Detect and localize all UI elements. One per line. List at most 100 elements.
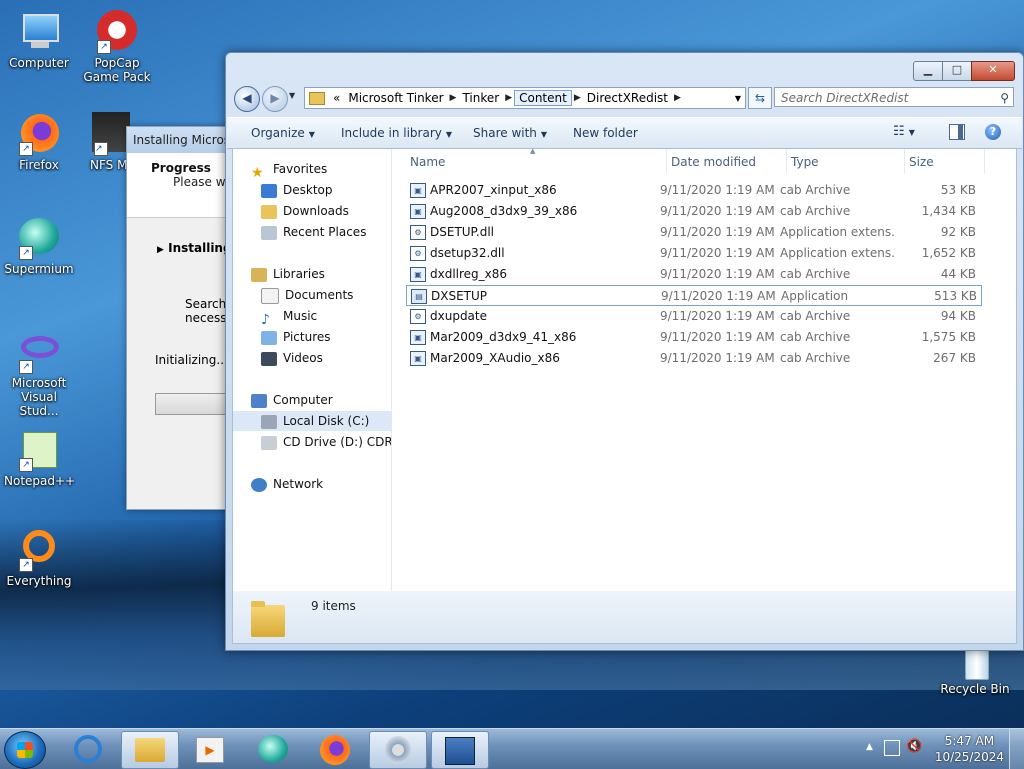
command-bar: Organize ▼ Include in library ▼ Share with… xyxy=(227,117,1022,149)
taskbar-installer[interactable] xyxy=(369,731,427,769)
nav-pictures[interactable]: Pictures xyxy=(261,327,331,347)
firefox-icon: ↗ xyxy=(17,112,61,156)
desktop-icon-nfs[interactable]: ↗ NFS Most Wanted xyxy=(82,112,130,172)
desktop-icon-recycle-bin[interactable]: Recycle Bin xyxy=(940,646,1010,696)
maximize-button[interactable]: □ xyxy=(942,61,972,81)
file-row[interactable]: ▣ APR2007_xinput_x86 9/11/2020 1:19 AM c… xyxy=(406,180,980,200)
windows-explorer-icon xyxy=(135,738,165,762)
nav-libraries[interactable]: Libraries xyxy=(251,264,325,284)
start-button[interactable] xyxy=(4,731,46,769)
breadcrumb-overflow[interactable]: « xyxy=(329,91,344,105)
desktop-icon-everything[interactable]: ↗ Everything xyxy=(4,528,74,588)
breadcrumb-microsoft-tinker[interactable]: Microsoft Tinker xyxy=(344,91,447,105)
taskbar-windows-explorer[interactable] xyxy=(121,731,179,769)
back-button[interactable]: ◀ xyxy=(234,86,260,112)
nav-network[interactable]: Network xyxy=(251,474,323,494)
desktop-icon-notepadpp[interactable]: ↗ Notepad++ xyxy=(4,428,75,488)
desktop-icon-popcap[interactable]: ↗ PopCap Game Pack xyxy=(82,10,152,84)
desktop-icon-firefox[interactable]: ↗ Firefox xyxy=(4,112,74,172)
view-options-button[interactable]: ☷ ▼ xyxy=(893,124,915,139)
column-divider[interactable] xyxy=(786,149,787,173)
breadcrumb-content[interactable]: Content xyxy=(514,90,572,106)
column-name[interactable]: Name xyxy=(410,155,445,169)
file-row[interactable]: ▣ Mar2009_d3dx9_41_x86 9/11/2020 1:19 AM… xyxy=(406,327,980,347)
preview-pane-button[interactable] xyxy=(949,124,965,140)
show-desktop-button[interactable] xyxy=(1009,729,1024,769)
column-type[interactable]: Type xyxy=(791,155,819,169)
dll-file-icon: ⚙ xyxy=(410,309,426,324)
videos-icon xyxy=(261,351,277,366)
desktop-icon-label: NFS Most Wanted xyxy=(90,158,130,172)
installer-window[interactable]: Installing Microso Progress Please wai ▶… xyxy=(126,126,247,510)
column-divider[interactable] xyxy=(984,149,985,173)
help-button[interactable]: ? xyxy=(985,124,1001,140)
nav-downloads[interactable]: Downloads xyxy=(261,201,349,221)
column-date-modified[interactable]: Date modified xyxy=(671,155,756,169)
desktop-icon-computer[interactable]: Computer xyxy=(4,10,74,70)
nav-desktop[interactable]: Desktop xyxy=(261,180,333,200)
nav-local-disk[interactable]: Local Disk (C:) xyxy=(233,411,391,431)
new-folder-button[interactable]: New folder xyxy=(573,126,638,140)
taskbar-internet-explorer[interactable] xyxy=(60,731,116,767)
network-status-icon[interactable] xyxy=(884,740,900,756)
system-tray: ▲ 🔇 5:47 AM 10/25/2024 xyxy=(858,729,1024,769)
breadcrumb-separator-icon[interactable]: ▶ xyxy=(672,93,683,103)
nav-documents[interactable]: Documents xyxy=(261,285,353,305)
breadcrumb-separator-icon[interactable]: ▶ xyxy=(503,93,514,103)
nav-music[interactable]: ♪ Music xyxy=(261,306,317,328)
organize-button[interactable]: Organize ▼ xyxy=(251,126,315,140)
forward-arrow-icon: ▶ xyxy=(270,91,280,105)
column-divider[interactable] xyxy=(666,149,667,173)
file-row[interactable]: ⚙ dxupdate 9/11/2020 1:19 AM cab Archive… xyxy=(406,306,980,326)
forward-button[interactable]: ▶ xyxy=(262,86,288,112)
breadcrumb-directxredist[interactable]: DirectXRedist xyxy=(583,91,672,105)
nav-favorites[interactable]: ★ Favorites xyxy=(251,159,327,181)
file-row[interactable]: ⚙ dsetup32.dll 9/11/2020 1:19 AM Applica… xyxy=(406,243,980,263)
popcap-icon: ↗ xyxy=(95,10,139,54)
file-row[interactable]: ▣ dxdllreg_x86 9/11/2020 1:19 AM cab Arc… xyxy=(406,264,980,284)
search-icon: ⚲ xyxy=(1000,91,1009,105)
file-row-selected[interactable]: ▤ DXSETUP 9/11/2020 1:19 AM Application … xyxy=(406,285,982,306)
minimize-button[interactable]: ▁ xyxy=(913,61,943,81)
shortcut-arrow-icon: ↗ xyxy=(19,142,33,156)
address-dropdown-icon[interactable]: ▼ xyxy=(735,94,741,103)
volume-muted-icon[interactable]: 🔇 xyxy=(906,739,922,754)
breadcrumb-tinker[interactable]: Tinker xyxy=(458,91,503,105)
column-divider[interactable] xyxy=(904,149,905,173)
show-hidden-icons-button[interactable]: ▲ xyxy=(866,742,873,752)
file-list: Name ▲ Date modified Type Size ▣ APR2007… xyxy=(392,147,1016,592)
nav-cd-drive[interactable]: CD Drive (D:) CDROM xyxy=(261,432,391,452)
taskbar-dxsetup[interactable] xyxy=(431,731,489,769)
nav-recent-places[interactable]: Recent Places xyxy=(261,222,366,242)
close-button[interactable]: ✕ xyxy=(971,61,1015,81)
address-bar[interactable]: « Microsoft Tinker ▶ Tinker ▶ Content ▶ … xyxy=(304,87,746,109)
details-view-icon: ☷ xyxy=(893,124,905,139)
recent-pages-dropdown[interactable]: ▼ xyxy=(289,91,295,100)
desktop-icon-label: Microsoft Visual Stud... xyxy=(11,376,67,418)
file-row[interactable]: ▣ Mar2009_XAudio_x86 9/11/2020 1:19 AM c… xyxy=(406,348,980,368)
folder-icon xyxy=(251,599,285,637)
dropdown-arrow-icon: ▼ xyxy=(308,130,315,139)
windows-logo-icon xyxy=(17,742,33,758)
file-row[interactable]: ⚙ DSETUP.dll 9/11/2020 1:19 AM Applicati… xyxy=(406,222,980,242)
desktop-icon-supermium[interactable]: ↗ Supermium xyxy=(4,216,74,276)
taskbar-media-player[interactable]: ▶ xyxy=(182,731,238,767)
search-input[interactable]: Search DirectXRedist ⚲ xyxy=(774,87,1014,107)
nav-videos[interactable]: Videos xyxy=(261,348,323,368)
desktop-icon-visual-studio[interactable]: ↗ Microsoft Visual Stud... xyxy=(4,330,74,418)
taskbar-firefox[interactable] xyxy=(307,731,363,767)
share-with-button[interactable]: Share with ▼ xyxy=(473,126,547,140)
nav-computer[interactable]: Computer xyxy=(251,390,333,410)
installer-header: Progress Please wai xyxy=(127,153,237,218)
refresh-button[interactable]: ⇆ xyxy=(748,87,772,109)
explorer-window[interactable]: ▁ □ ✕ ◀ ▶ ▼ « Microsoft Tinker ▶ Tinker … xyxy=(225,52,1024,651)
breadcrumb-separator-icon[interactable]: ▶ xyxy=(448,93,459,103)
breadcrumb-separator-icon[interactable]: ▶ xyxy=(572,93,583,103)
clock[interactable]: 5:47 AM 10/25/2024 xyxy=(935,733,1004,765)
taskbar-supermium[interactable] xyxy=(245,731,301,767)
column-size[interactable]: Size xyxy=(909,155,934,169)
shortcut-arrow-icon: ↗ xyxy=(19,360,33,374)
recent-places-icon xyxy=(261,225,277,240)
file-row[interactable]: ▣ Aug2008_d3dx9_39_x86 9/11/2020 1:19 AM… xyxy=(406,201,980,221)
include-in-library-button[interactable]: Include in library ▼ xyxy=(341,126,452,140)
